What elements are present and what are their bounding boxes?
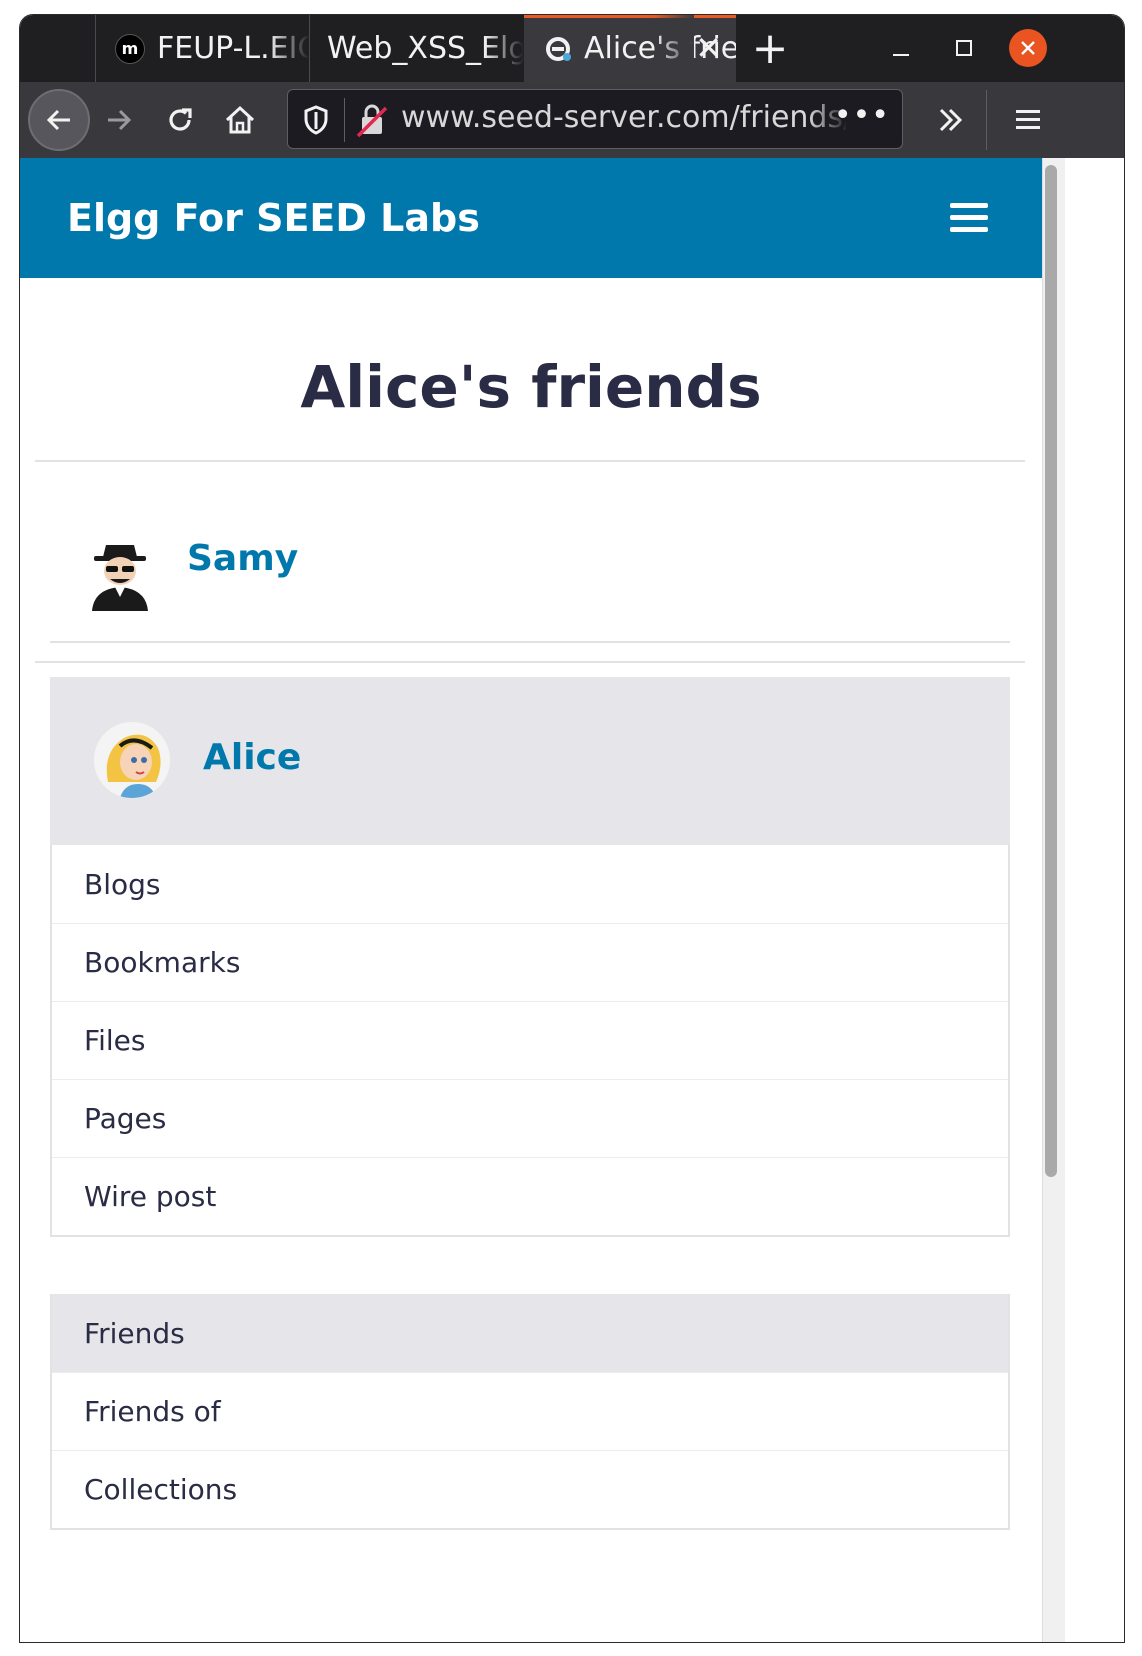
site-brand[interactable]: Elgg For SEED Labs (67, 196, 480, 240)
scrollbar-thumb[interactable] (1045, 165, 1057, 1177)
tab-strip: m FEUP-L.EIC Web_XSS_Elgg Alice's friend… (20, 15, 1124, 82)
menu-item-blogs[interactable]: Blogs (52, 845, 1008, 923)
back-arrow-icon (46, 109, 70, 131)
minimize-button[interactable] (882, 29, 920, 67)
menu-item-pages[interactable]: Pages (52, 1079, 1008, 1157)
home-icon (225, 105, 255, 134)
site-header: Elgg For SEED Labs (20, 158, 1042, 278)
home-button[interactable] (212, 92, 268, 148)
tab-web-xss[interactable]: Web_XSS_Elgg (309, 15, 524, 82)
friend-list-item: Samy (50, 503, 1010, 643)
page-title: Alice's friends (300, 353, 762, 421)
maximize-button[interactable] (945, 29, 983, 67)
overflow-button[interactable] (923, 92, 979, 148)
divider (35, 661, 1025, 663)
close-window-button[interactable] (1009, 29, 1047, 67)
back-button[interactable] (28, 89, 90, 151)
tab-feup[interactable]: m FEUP-L.EIC (95, 15, 309, 82)
divider (35, 460, 1025, 462)
owner-name-link[interactable]: Alice (203, 737, 301, 778)
menu-item-friends-of[interactable]: Friends of (52, 1372, 1008, 1450)
owner-menu: Blogs Bookmarks Files Pages Wire post (50, 845, 1010, 1237)
menu-item-files[interactable]: Files (52, 1001, 1008, 1079)
owner-block: Alice (50, 677, 1010, 845)
menu-item-bookmarks[interactable]: Bookmarks (52, 923, 1008, 1001)
navigation-toolbar: www.seed-server.com/friends/alice ••• (20, 82, 1124, 158)
reload-icon (169, 108, 192, 131)
alice-avatar-icon[interactable] (94, 722, 170, 798)
friends-menu: Friends Friends of Collections (50, 1294, 1010, 1530)
menu-item-wire-post[interactable]: Wire post (52, 1157, 1008, 1235)
insecure-lock-icon[interactable] (354, 102, 388, 142)
app-menu-button[interactable] (1000, 92, 1056, 148)
double-chevron-icon (939, 108, 963, 132)
friend-name-link[interactable]: Samy (187, 538, 298, 579)
shield-icon[interactable] (302, 104, 330, 140)
menu-item-collections[interactable]: Collections (52, 1450, 1008, 1528)
elgg-icon (544, 35, 572, 63)
page-content: Elgg For SEED Labs Alice's friends Samy (20, 158, 1042, 1642)
menu-icon (1016, 110, 1040, 129)
spy-avatar-icon[interactable] (84, 535, 156, 615)
forward-arrow-icon (108, 109, 132, 131)
forward-button[interactable] (91, 92, 147, 148)
url-bar[interactable]: www.seed-server.com/friends/alice ••• (287, 89, 903, 149)
site-menu-icon[interactable] (950, 203, 988, 233)
new-tab-button[interactable]: + (745, 23, 795, 74)
url-text[interactable]: www.seed-server.com/friends/alice (401, 100, 846, 135)
close-tab-icon[interactable]: ✕ (695, 29, 722, 67)
browser-window: m FEUP-L.EIC Web_XSS_Elgg Alice's friend… (19, 14, 1125, 1643)
tab-alices-friends[interactable]: Alice's friends ✕ (524, 15, 736, 82)
reload-button[interactable] (152, 92, 208, 148)
moodle-icon: m (115, 33, 145, 64)
page-actions-icon[interactable]: ••• (834, 98, 890, 133)
menu-item-friends[interactable]: Friends (52, 1294, 1008, 1372)
